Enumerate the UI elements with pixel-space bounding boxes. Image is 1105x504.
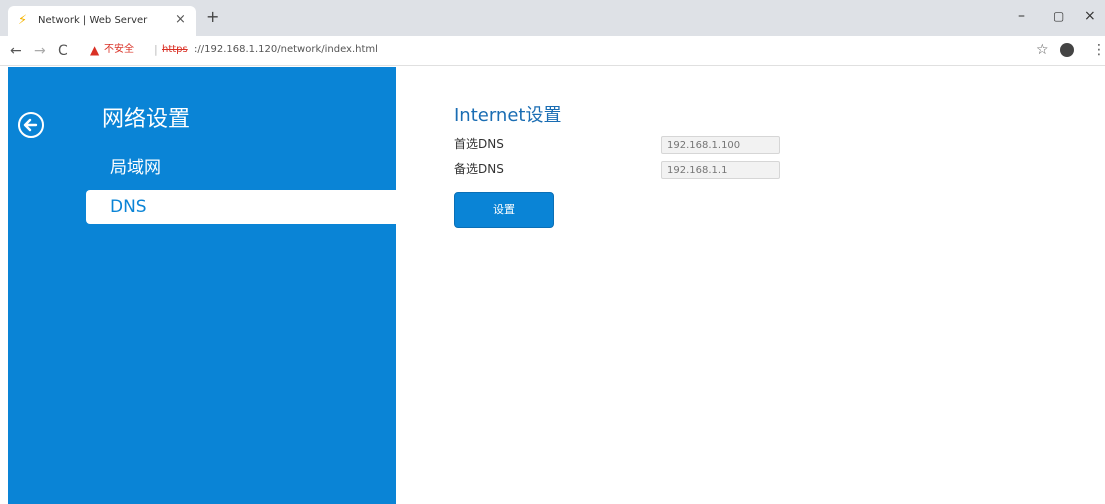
browser-tab[interactable]: ⚡ Network | Web Server × xyxy=(8,6,196,36)
tab-title: Network | Web Server xyxy=(38,15,148,26)
secondary-dns-input[interactable] xyxy=(661,161,780,179)
tab-close-icon[interactable]: × xyxy=(175,12,186,28)
browser-tabstrip: ⚡ Network | Web Server × + – ▢ × xyxy=(0,0,1105,36)
forward-arrow-icon[interactable]: → xyxy=(34,42,46,60)
lightning-icon: ⚡ xyxy=(18,13,28,28)
new-tab-button[interactable]: + xyxy=(206,8,219,26)
sidebar: 网络设置 局域网 DNS xyxy=(8,67,396,504)
reload-icon[interactable]: C xyxy=(58,42,68,60)
browser-toolbar: ← → C ▲ 不安全 | https ://192.168.1.120/net… xyxy=(0,36,1105,66)
sidebar-item-lan[interactable]: 局域网 xyxy=(86,151,396,185)
star-icon[interactable]: ☆ xyxy=(1036,41,1049,59)
sidebar-title: 网络设置 xyxy=(102,107,191,132)
url-path[interactable]: ://192.168.1.120/network/index.html xyxy=(194,43,378,57)
minimize-button[interactable]: – xyxy=(1018,8,1025,24)
set-button[interactable]: 设置 xyxy=(454,192,554,228)
url-scheme[interactable]: https xyxy=(162,43,188,57)
sidebar-item-dns[interactable]: DNS xyxy=(86,190,396,224)
close-window-button[interactable]: × xyxy=(1084,8,1096,24)
warning-icon[interactable]: ▲ xyxy=(90,41,99,59)
kebab-menu-icon[interactable]: ⋮ xyxy=(1092,41,1105,59)
secondary-dns-label: 备选DNS xyxy=(454,162,504,176)
url-separator: | xyxy=(154,43,158,56)
section-title: Internet设置 xyxy=(454,105,562,126)
primary-dns-label: 首选DNS xyxy=(454,137,504,151)
profile-icon[interactable] xyxy=(1060,43,1074,57)
circle-back-arrow-icon[interactable] xyxy=(18,112,44,138)
security-label[interactable]: 不安全 xyxy=(104,43,134,57)
back-arrow-icon[interactable]: ← xyxy=(10,42,22,60)
maximize-button[interactable]: ▢ xyxy=(1053,8,1064,24)
primary-dns-input[interactable] xyxy=(661,136,780,154)
